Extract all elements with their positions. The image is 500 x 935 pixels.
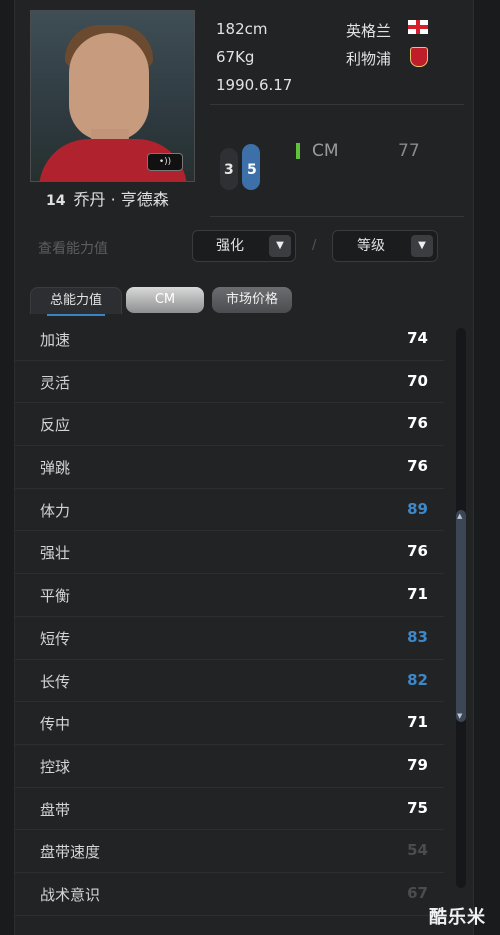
scrollbar-thumb[interactable] bbox=[456, 510, 466, 722]
stat-name: 短传 bbox=[40, 629, 71, 648]
chevron-down-icon[interactable]: ▼ bbox=[411, 235, 433, 257]
club-crest-icon bbox=[410, 47, 428, 67]
stat-value: 54 bbox=[407, 841, 428, 860]
player-birthdate: 1990.6.17 bbox=[216, 76, 293, 94]
stat-row: 控球 79 bbox=[14, 745, 444, 788]
stat-row: 长传 82 bbox=[14, 660, 444, 703]
stat-value: 79 bbox=[407, 755, 428, 774]
stat-row: 强壮 76 bbox=[14, 531, 444, 575]
position-rating: 77 bbox=[398, 141, 420, 161]
watermark: 酷乐米 bbox=[429, 907, 486, 928]
stat-name: 体力 bbox=[40, 501, 71, 520]
enhance-dropdown[interactable]: 强化 ▼ bbox=[192, 230, 296, 262]
stat-row: 盘带 75 bbox=[14, 788, 444, 831]
tab-total-stats[interactable]: 总能力值 bbox=[30, 287, 122, 316]
position-label: CM bbox=[312, 141, 339, 161]
stat-value: 76 bbox=[407, 414, 428, 433]
stat-name: 传中 bbox=[40, 715, 71, 734]
foot-preference: 3 5 bbox=[212, 140, 266, 196]
player-name: 乔丹 · 亨德森 bbox=[73, 190, 169, 209]
stat-value: 70 bbox=[407, 371, 428, 390]
stat-name: 弹跳 bbox=[40, 459, 71, 478]
stat-row: 加速 74 bbox=[14, 318, 444, 361]
stat-value: 76 bbox=[407, 542, 428, 561]
stat-name: 盘带速度 bbox=[40, 843, 101, 862]
separator: / bbox=[312, 238, 317, 253]
stat-row: 弹跳 76 bbox=[14, 446, 444, 489]
player-photo: •)) bbox=[30, 10, 195, 182]
stat-value: 89 bbox=[407, 499, 428, 518]
stat-name: 平衡 bbox=[40, 587, 71, 606]
enhance-label: 强化 bbox=[216, 238, 244, 254]
stat-name: 加速 bbox=[40, 331, 71, 349]
stat-row: 平衡 71 bbox=[14, 574, 444, 617]
player-number: 14 bbox=[46, 193, 66, 209]
player-name-row: 14 乔丹 · 亨德森 bbox=[46, 186, 169, 210]
stat-name: 长传 bbox=[40, 672, 71, 691]
stat-value: 82 bbox=[407, 670, 428, 689]
england-flag-icon bbox=[408, 20, 428, 34]
stat-name: 反应 bbox=[40, 416, 71, 435]
stat-name: 盘带 bbox=[40, 800, 71, 819]
stat-row: 战术意识 67 bbox=[14, 873, 444, 916]
chevron-down-icon[interactable]: ▼ bbox=[269, 235, 291, 257]
tab-market-price[interactable]: 市场价格 bbox=[212, 287, 292, 313]
stat-row: 体力 89 bbox=[14, 489, 444, 532]
stat-value: 83 bbox=[407, 627, 428, 646]
view-stats-label: 查看能力值 bbox=[38, 241, 108, 257]
stat-row: 灵活 70 bbox=[14, 361, 444, 404]
controls-divider bbox=[210, 216, 464, 217]
stat-value: 74 bbox=[407, 329, 428, 347]
player-face bbox=[69, 33, 149, 141]
player-nation: 英格兰 bbox=[346, 22, 392, 40]
stat-row: 盘带速度 54 bbox=[14, 830, 444, 873]
level-label: 等级 bbox=[357, 238, 385, 254]
player-club: 利物浦 bbox=[346, 50, 392, 68]
tab-cm[interactable]: CM bbox=[126, 287, 204, 313]
stat-value: 75 bbox=[407, 798, 428, 817]
stat-name: 灵活 bbox=[40, 373, 71, 392]
level-dropdown[interactable]: 等级 ▼ bbox=[332, 230, 438, 262]
stat-value: 71 bbox=[407, 713, 428, 732]
right-foot-value: 5 bbox=[247, 162, 257, 178]
tab-bar: 总能力值 CM 市场价格 bbox=[14, 283, 472, 319]
stat-value: 76 bbox=[407, 457, 428, 476]
stat-name: 控球 bbox=[40, 757, 71, 776]
player-weight: 67Kg bbox=[216, 48, 255, 66]
position-color-bar bbox=[296, 143, 300, 159]
stat-row: 反应 76 bbox=[14, 403, 444, 447]
stat-row: 传中 71 bbox=[14, 702, 444, 745]
stat-row: 短传 83 bbox=[14, 617, 444, 660]
stats-list: 加速 74 灵活 70 反应 76 弹跳 76 体力 89 强壮 76 平衡 71 短传 83 长传 82 传中 71… bbox=[14, 318, 444, 916]
stat-value: 67 bbox=[407, 883, 428, 902]
stat-name: 战术意识 bbox=[40, 885, 101, 904]
player-height: 182cm bbox=[216, 20, 268, 38]
stat-name: 强壮 bbox=[40, 544, 71, 563]
info-divider bbox=[210, 104, 464, 105]
left-foot-value: 3 bbox=[224, 162, 234, 178]
speaker-icon[interactable]: •)) bbox=[147, 153, 183, 171]
stat-value: 71 bbox=[407, 585, 428, 604]
